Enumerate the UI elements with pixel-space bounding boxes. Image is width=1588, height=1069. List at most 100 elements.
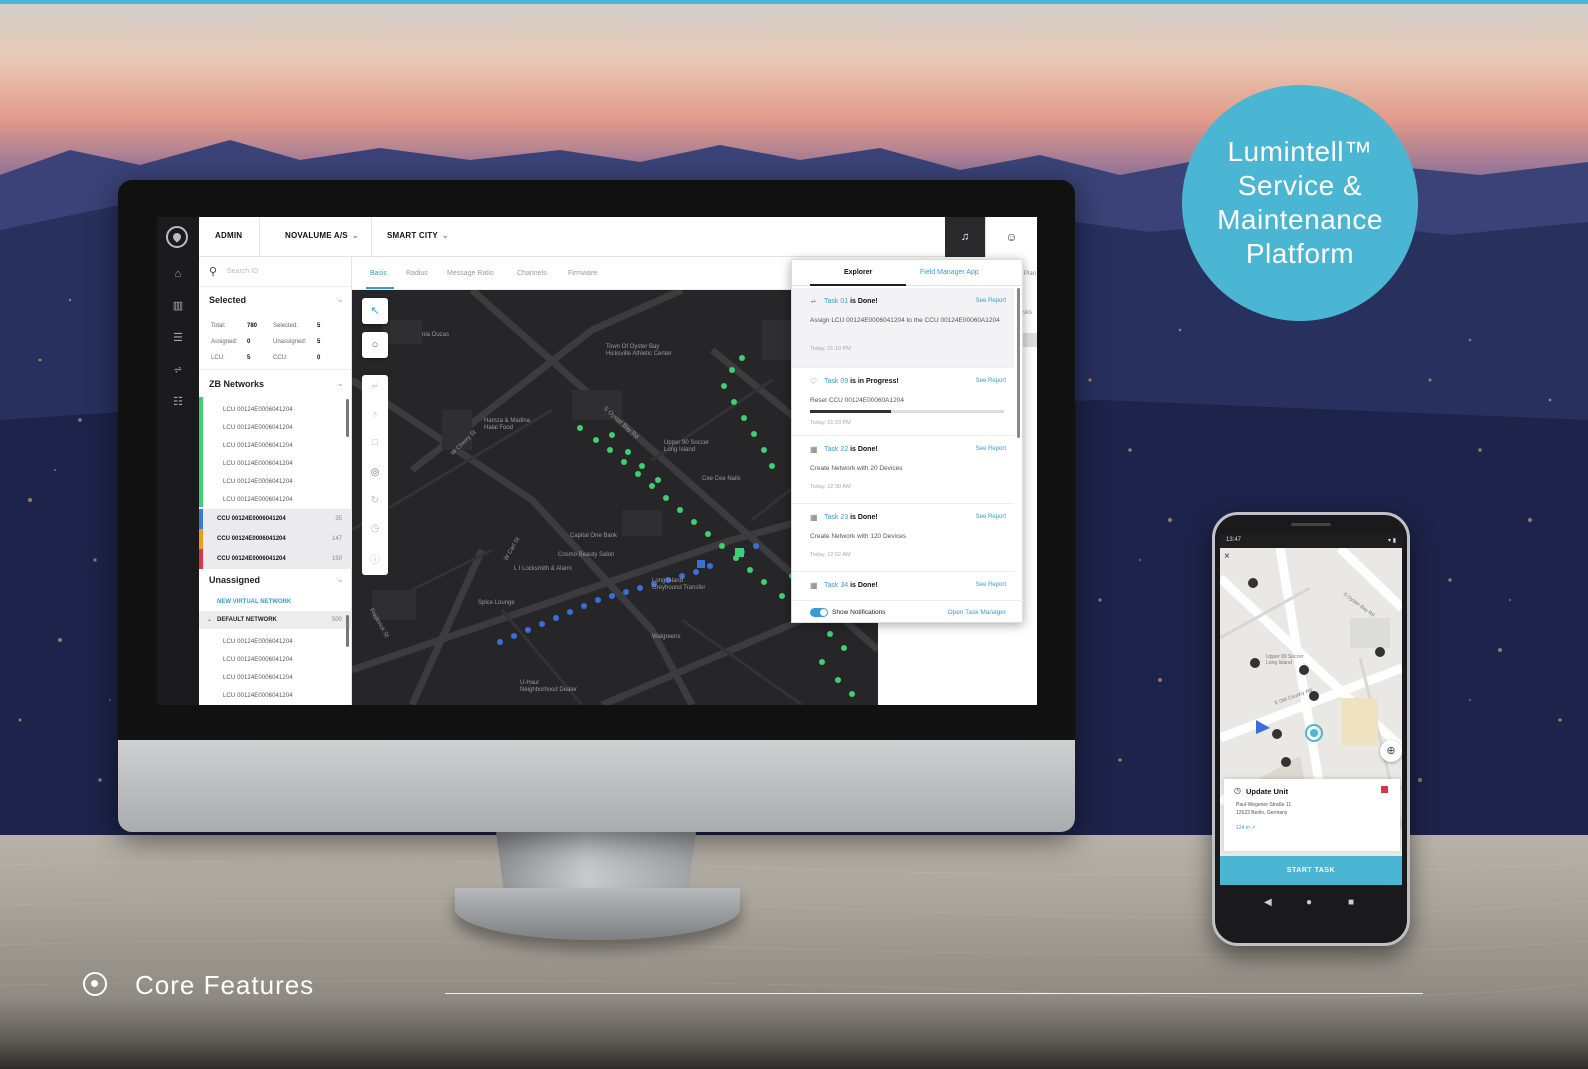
notifications-popover: Explorer Field Manager App ⩫ Task 01 is … — [791, 259, 1024, 624]
distance-link[interactable]: 124 m ↗ — [1236, 825, 1255, 831]
list-icon[interactable]: ☰ — [171, 333, 185, 344]
target-icon[interactable]: ◎ — [362, 467, 388, 478]
tab-radius[interactable]: Radius — [406, 270, 428, 277]
list-item[interactable]: LCU 00124E0006041204 — [223, 443, 293, 449]
recents-icon[interactable]: ■ — [1348, 897, 1354, 908]
lcu-value: 5 — [247, 355, 251, 361]
list-item[interactable]: LCU 00124E0006041204 — [223, 639, 293, 645]
breadcrumb-company[interactable]: NOVALUME A/S — [285, 231, 348, 240]
see-report-link[interactable]: See Report — [976, 298, 1006, 304]
app-logo-icon[interactable] — [166, 226, 188, 248]
square-icon[interactable]: □ — [362, 437, 388, 448]
tab-message-ratio[interactable]: Message Ratio — [447, 270, 494, 277]
see-report-link[interactable]: See Report — [976, 582, 1006, 588]
list-item[interactable]: LCU 00124E0006041204 — [223, 497, 293, 503]
top-accent-strip — [0, 0, 1588, 4]
task-card-title: Update Unit — [1246, 787, 1289, 796]
info-icon[interactable]: ⓘ — [362, 551, 388, 566]
chevron-down-icon[interactable]: ⌄ — [337, 575, 344, 584]
smartphone: 13:47 ▾ ▮ S Oyster Bay Rd Upper 90 Socce… — [1212, 512, 1410, 946]
badge-line-1: Lumintell™ — [1227, 136, 1373, 167]
notification-item[interactable]: ⩫ Task 01 is Done! See Report Assign LCU… — [792, 288, 1014, 368]
task-card[interactable]: ◷ Update Unit Paul-Wegener-Straße 11 126… — [1224, 779, 1400, 851]
breadcrumb-project[interactable]: SMART CITY — [387, 231, 438, 240]
scrollbar[interactable] — [346, 615, 349, 647]
phone-status-bar: 13:47 ▾ ▮ — [1220, 534, 1402, 548]
list-item[interactable]: LCU 00124E0006041204 — [223, 461, 293, 467]
divider — [259, 217, 260, 257]
map-poi: Cee Cee Nails — [702, 476, 741, 482]
task-id[interactable]: Task 09 — [824, 378, 848, 385]
address-line: Paul-Wegener-Straße 11 — [1236, 802, 1292, 808]
list-item[interactable]: LCU 00124E0006041204 — [223, 675, 293, 681]
divider-line — [445, 993, 1423, 994]
bulb-icon[interactable]: ♁ — [362, 409, 388, 420]
show-notifications-toggle[interactable] — [810, 608, 828, 617]
chevron-down-icon[interactable]: ⌄ — [337, 295, 344, 304]
map-poi: Town Of Oyster Bay Hicksville Athletic C… — [606, 344, 672, 357]
task-id[interactable]: Task 34 — [824, 582, 848, 589]
tab-firmware[interactable]: Firmware — [568, 270, 597, 277]
pointer-tool-icon[interactable]: ↖ — [362, 298, 388, 324]
notification-item[interactable]: ▦ Task 22 is Done! See Report Create Net… — [792, 436, 1014, 504]
tab-basic[interactable]: Basic — [370, 270, 387, 277]
notification-item[interactable]: ▦ Task 34 is Done! See Report — [792, 572, 1014, 600]
notification-item[interactable]: ♡ Task 09 is in Progress! See Report Res… — [792, 368, 1014, 436]
tab-field-manager-app[interactable]: Field Manager App — [920, 269, 979, 276]
ccu-row[interactable]: CCU 00124E0006041204 35 — [199, 509, 352, 529]
chevron-down-icon[interactable]: ⌄ — [442, 231, 449, 240]
home-icon[interactable]: ● — [1306, 897, 1312, 908]
back-icon[interactable]: ◀ — [1264, 897, 1272, 908]
list-item[interactable]: LCU 00124E0006041204 — [223, 693, 293, 699]
total-label: Total: — [211, 323, 226, 329]
notification-body: Create Network with 120 Devices — [810, 533, 907, 540]
divider — [199, 369, 352, 370]
open-task-manager-link[interactable]: Open Task Manager — [948, 609, 1006, 616]
chevron-down-icon[interactable]: ⌄ — [352, 231, 359, 240]
notifications-bell-icon[interactable]: ♫ — [945, 217, 985, 257]
map-icon[interactable]: ▥ — [171, 301, 185, 312]
task-id[interactable]: Task 22 — [824, 446, 848, 453]
locate-me-icon[interactable]: ⊕ — [1380, 740, 1402, 762]
scrollbar[interactable] — [1017, 288, 1020, 438]
see-report-link[interactable]: See Report — [976, 514, 1006, 520]
list-item[interactable]: LCU 00124E0006041204 — [223, 425, 293, 431]
notification-title: Task 09 is in Progress! — [824, 378, 899, 385]
task-id[interactable]: Task 23 — [824, 514, 848, 521]
see-report-link[interactable]: See Report — [976, 378, 1006, 384]
selected-label: Selected: — [273, 323, 299, 329]
tab-explorer[interactable]: Explorer — [844, 269, 872, 276]
list-item[interactable]: LCU 00124E0006041204 — [223, 407, 293, 413]
user-icon[interactable]: ☺ — [985, 217, 1037, 257]
network-icon: ⩫ — [810, 297, 817, 306]
notifications-footer: Show Notifications Open Task Manager — [792, 600, 1024, 624]
map-poi: Upper 90 Soccer Long Island — [664, 440, 710, 453]
ccu-row[interactable]: CCU 00124E0006041204 147 — [199, 529, 352, 549]
chevron-down-icon[interactable]: ⌄ — [337, 379, 344, 388]
default-network-row[interactable]: ⌄ DEFAULT NETWORK 500 — [199, 611, 352, 629]
device-side-panel: ⚲ Search ID Selected ⌄ Total: 780 Select… — [199, 257, 352, 705]
badge-line-2: Service & — [1237, 170, 1363, 201]
list-item[interactable]: LCU 00124E0006041204 — [223, 479, 293, 485]
notification-item[interactable]: ▦ Task 23 is Done! See Report Create Net… — [792, 504, 1014, 572]
monitor-chin — [118, 740, 1075, 832]
tasks-icon[interactable]: ☷ — [171, 397, 185, 408]
circle-tool-icon[interactable]: ○ — [362, 332, 388, 358]
tab-channels[interactable]: Channels — [517, 270, 547, 277]
list-item[interactable]: LCU 00124E0006041204 — [223, 657, 293, 663]
scrollbar[interactable] — [346, 399, 349, 437]
refresh-icon[interactable]: ↻ — [362, 495, 388, 506]
breadcrumb-admin[interactable]: ADMIN — [215, 231, 242, 240]
search-input[interactable]: Search ID — [227, 268, 258, 275]
network-icon[interactable]: ⩫ — [362, 381, 388, 392]
clock-icon[interactable]: ◷ — [362, 523, 388, 534]
network-icon[interactable]: ⩫ — [171, 365, 185, 376]
task-id[interactable]: Task 01 — [824, 298, 848, 305]
new-virtual-network-link[interactable]: NEW VIRTUAL NETWORK — [217, 599, 291, 605]
close-icon[interactable]: × — [1224, 551, 1230, 562]
ccu-row[interactable]: CCU 00124E0006041204 150 — [199, 549, 352, 569]
home-icon[interactable]: ⌂ — [171, 269, 185, 280]
see-report-link[interactable]: See Report — [976, 446, 1006, 452]
start-task-button[interactable]: START TASK — [1220, 856, 1402, 885]
active-tab-underline — [810, 284, 906, 286]
